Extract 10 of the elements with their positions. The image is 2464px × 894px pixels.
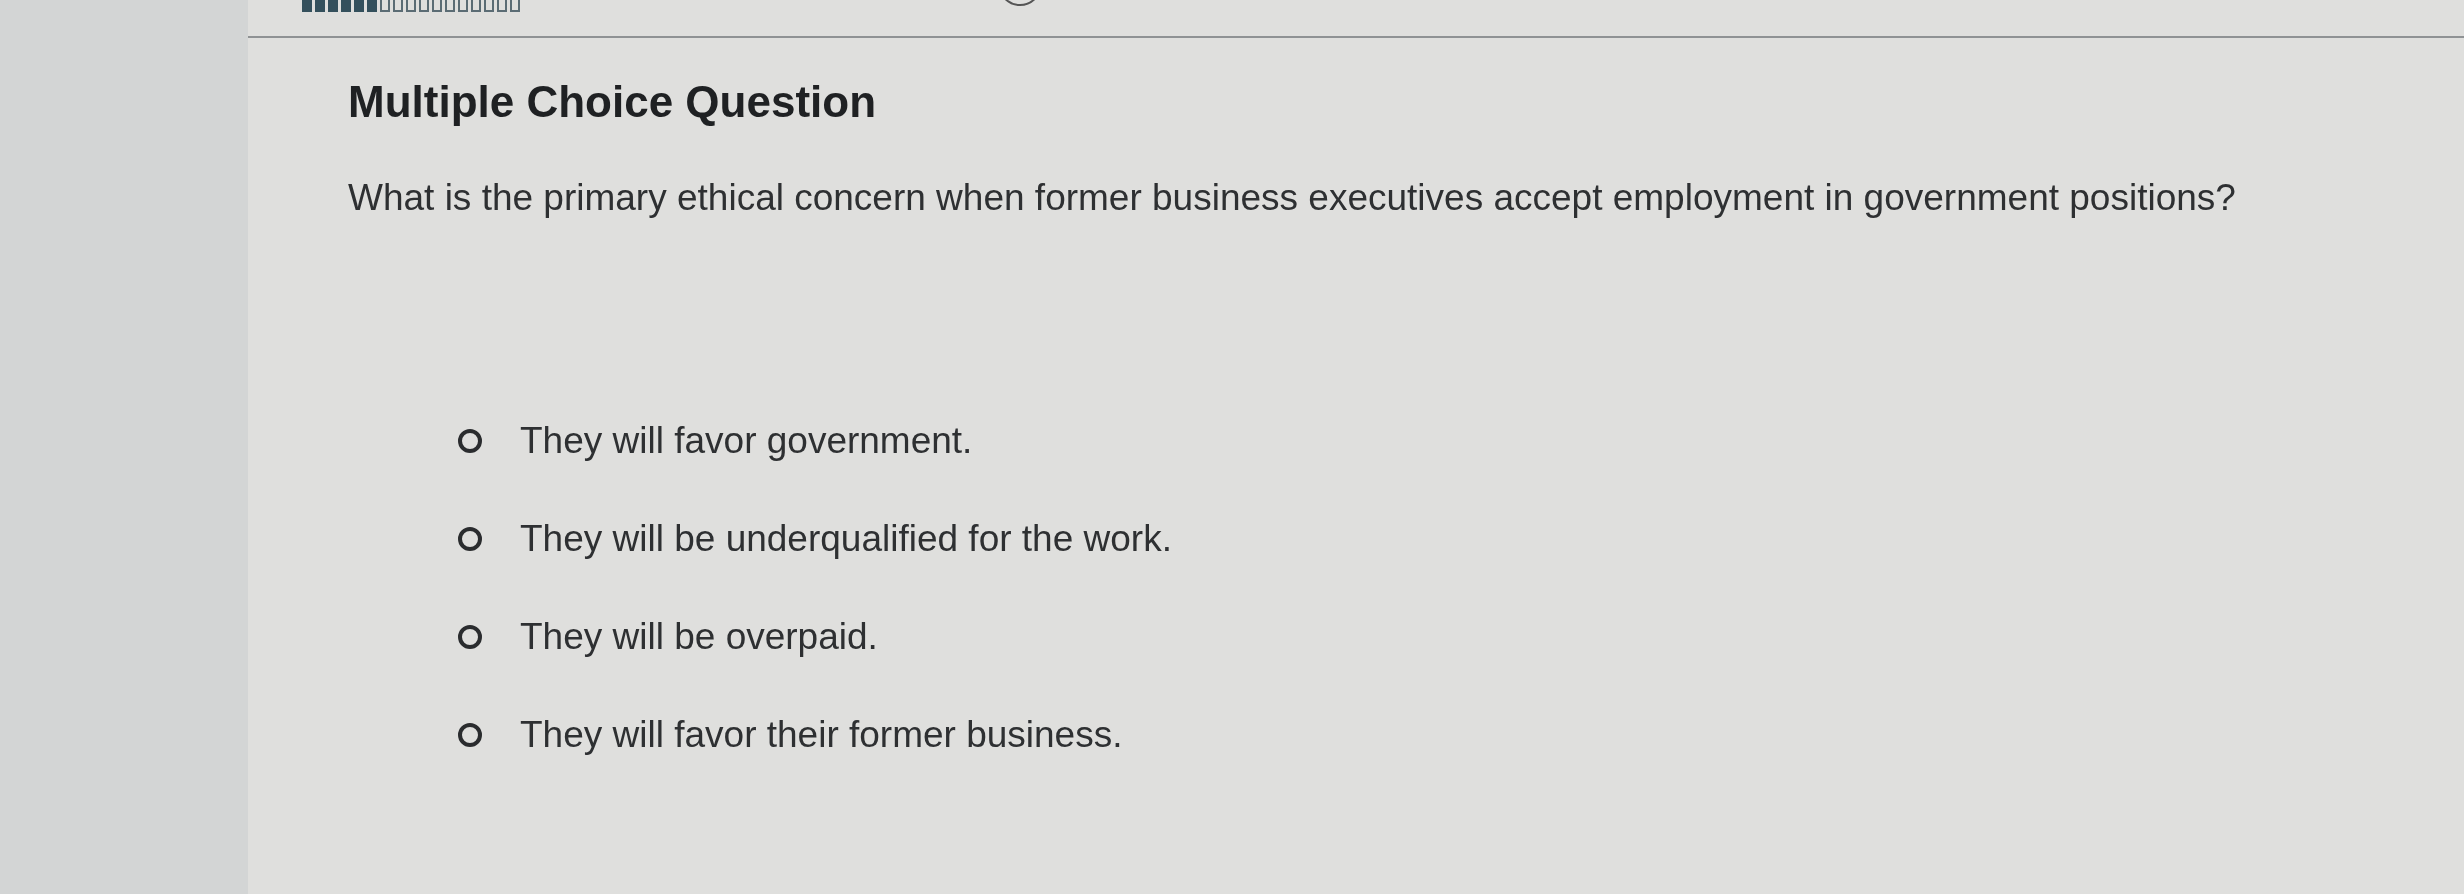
radio-button[interactable] [458,723,482,747]
radio-button[interactable] [458,527,482,551]
answer-option[interactable]: They will favor government. [520,418,973,464]
answer-option[interactable]: They will be overpaid. [520,614,878,660]
radio-button[interactable] [458,429,482,453]
question-type-heading: Multiple Choice Question [348,76,878,128]
answer-option[interactable]: They will be underqualified for the work. [520,516,1172,562]
answer-option[interactable]: They will favor their former business. [520,712,1123,758]
question-text: What is the primary ethical concern when former business executives accept employment in government positions? [348,176,2237,220]
radio-button[interactable] [458,625,482,649]
